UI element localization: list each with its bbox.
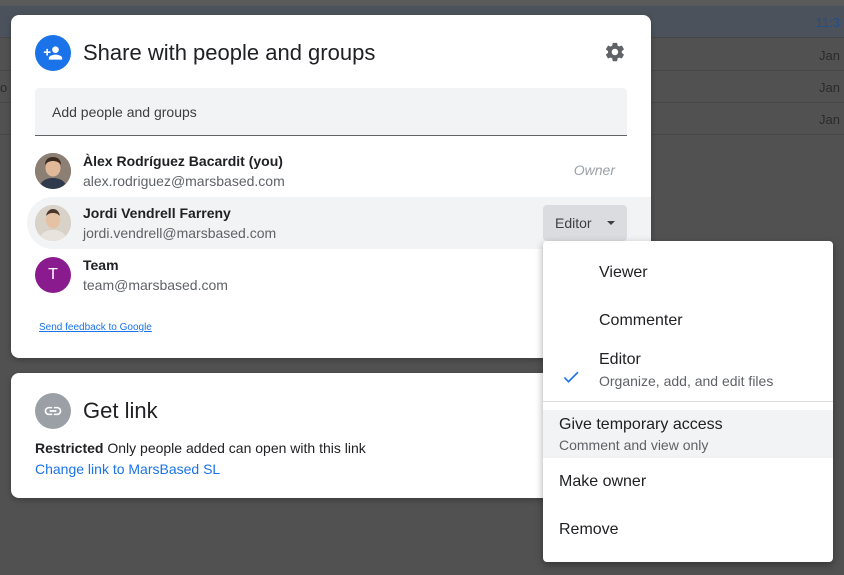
add-people-input[interactable] <box>35 88 627 135</box>
background-row-time: 11:3 <box>815 15 840 30</box>
background-row-time: Jan <box>819 112 840 127</box>
get-link-title: Get link <box>83 398 158 423</box>
person-name: Jordi Vendrell Farreny <box>83 205 231 221</box>
role-dropdown-label: Editor <box>555 215 592 231</box>
link-icon <box>35 393 71 429</box>
menu-item-commenter[interactable]: Commenter <box>543 297 833 345</box>
checkmark-icon <box>561 367 581 392</box>
change-link-button[interactable]: Change link to MarsBased SL <box>35 461 220 477</box>
chevron-down-icon <box>607 221 615 225</box>
send-feedback-link[interactable]: Send feedback to Google <box>39 322 152 333</box>
role-menu: Viewer Commenter Editor Organize, add, a… <box>543 241 833 562</box>
menu-item-label: Viewer <box>599 264 648 281</box>
menu-item-label: Give temporary access <box>559 416 723 433</box>
owner-role-label: Owner <box>573 162 615 178</box>
menu-item-editor[interactable]: Editor Organize, add, and edit files <box>543 345 833 401</box>
person-email: alex.rodriguez@marsbased.com <box>83 173 285 189</box>
restricted-description: Only people added can open with this lin… <box>107 440 366 456</box>
menu-item-remove[interactable]: Remove <box>543 506 833 554</box>
person-email: team@marsbased.com <box>83 277 228 293</box>
add-people-field[interactable] <box>35 88 627 136</box>
add-person-icon <box>35 35 71 71</box>
menu-item-description: Comment and view only <box>559 437 709 453</box>
menu-item-label: Commenter <box>599 312 683 329</box>
menu-item-label: Remove <box>559 521 619 538</box>
menu-item-viewer[interactable]: Viewer <box>543 249 833 297</box>
background-row-time: Jan <box>819 80 840 95</box>
link-restriction-text: Restricted Only people added can open wi… <box>35 440 366 456</box>
person-row-owner: Àlex Rodríguez Bacardit (you) alex.rodri… <box>27 145 651 197</box>
person-name: Àlex Rodríguez Bacardit (you) <box>83 153 283 169</box>
share-dialog-title: Share with people and groups <box>83 40 376 65</box>
role-dropdown-button[interactable]: Editor <box>543 205 627 241</box>
menu-item-label: Make owner <box>559 473 647 490</box>
menu-item-description: Organize, add, and edit files <box>599 373 774 389</box>
avatar-initial: T <box>48 266 58 283</box>
menu-item-temporary-access[interactable]: Give temporary access Comment and view o… <box>543 410 833 458</box>
menu-item-make-owner[interactable]: Make owner <box>543 458 833 506</box>
settings-gear-icon[interactable] <box>602 39 628 65</box>
menu-divider <box>543 401 833 402</box>
restricted-label: Restricted <box>35 440 104 456</box>
person-email: jordi.vendrell@marsbased.com <box>83 225 277 241</box>
background-row-time: Jan <box>819 48 840 63</box>
avatar: T <box>35 257 71 293</box>
avatar <box>35 205 71 241</box>
menu-item-label: Editor <box>599 351 641 368</box>
person-name: Team <box>83 257 119 273</box>
avatar <box>35 153 71 189</box>
